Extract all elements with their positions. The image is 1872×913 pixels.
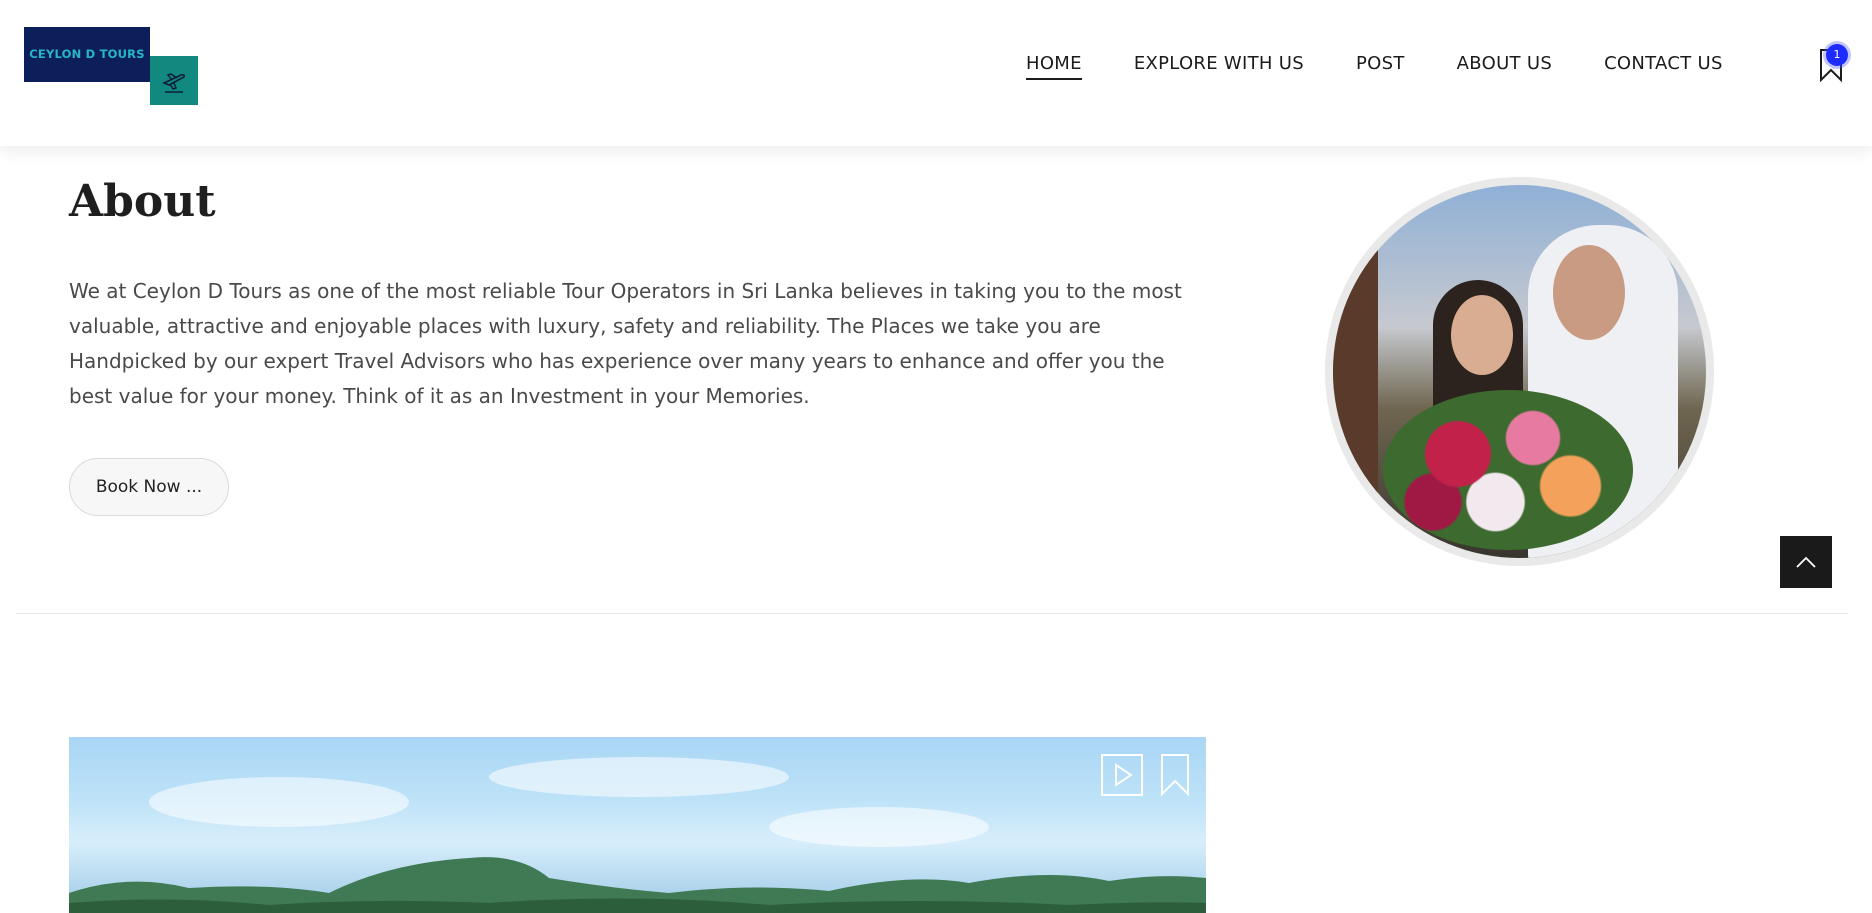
nav-explore-with-us[interactable]: EXPLORE WITH US	[1134, 53, 1304, 80]
section-divider	[16, 613, 1848, 614]
about-heading: About	[69, 176, 216, 227]
site-logo[interactable]: CEYLON D TOURS	[24, 27, 198, 105]
about-description: We at Ceylon D Tours as one of the most …	[69, 279, 1182, 408]
couple-photo-image	[1333, 185, 1706, 558]
nav-home[interactable]: HOME	[1026, 53, 1082, 80]
nav-post[interactable]: POST	[1356, 53, 1405, 80]
main-nav: HOME EXPLORE WITH US POST ABOUT US CONTA…	[1026, 53, 1775, 80]
nav-about-us[interactable]: ABOUT US	[1457, 53, 1552, 80]
book-now-button[interactable]: Book Now ...	[69, 458, 229, 516]
nav-contact-us[interactable]: CONTACT US	[1604, 53, 1723, 80]
saved-count-badge: 1	[1826, 44, 1848, 66]
about-photo	[1325, 177, 1714, 566]
airplane-icon	[150, 56, 198, 105]
scroll-to-top-button[interactable]	[1780, 536, 1832, 588]
play-icon[interactable]	[1101, 754, 1143, 796]
logo-wordmark: CEYLON D TOURS	[24, 27, 150, 82]
chevron-up-icon	[1796, 556, 1816, 568]
site-header: CEYLON D TOURS HOME EXPLORE WITH US POST…	[0, 0, 1872, 146]
bookmark-icon[interactable]	[1154, 754, 1196, 796]
destination-media-card[interactable]	[69, 737, 1206, 913]
